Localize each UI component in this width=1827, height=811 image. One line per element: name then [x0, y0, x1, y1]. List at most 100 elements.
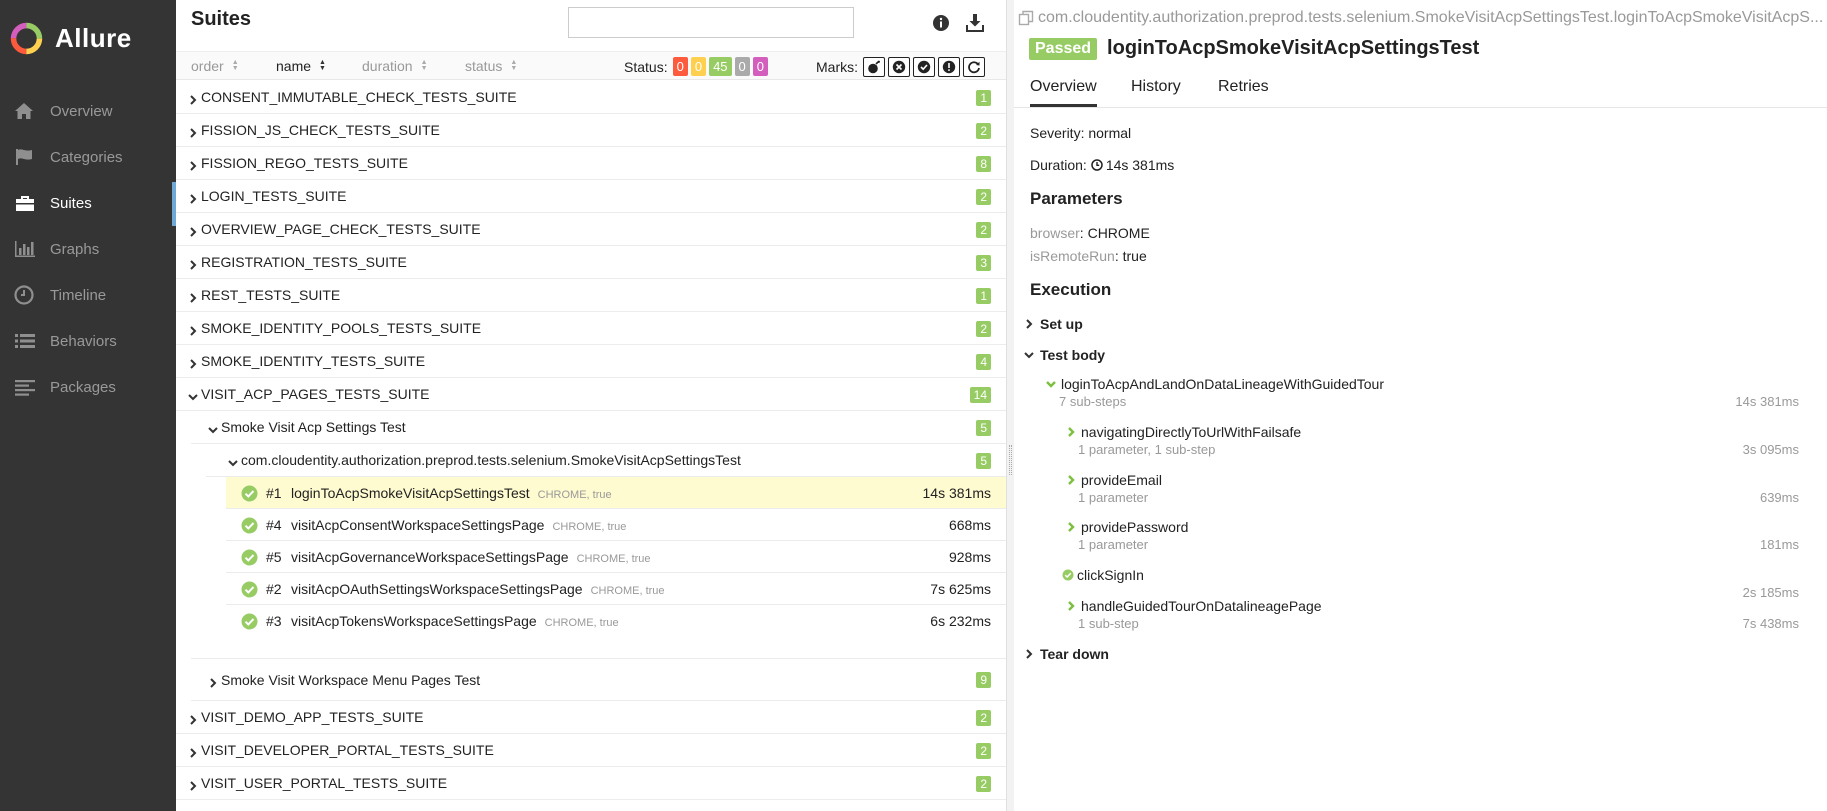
step-meta: 1 parameter, 1 sub-step — [1078, 442, 1216, 457]
suite-count-badge: 8 — [976, 156, 991, 172]
parameter-row: isRemoteRun: true — [1030, 248, 1147, 264]
sidebar-item-categories[interactable]: Categories — [0, 134, 176, 180]
splitter-grip[interactable] — [1009, 445, 1012, 475]
step-row[interactable]: provideEmail 1 parameter 639ms — [1014, 472, 1814, 516]
sort-arrows-icon: ▲ ▼ — [510, 59, 518, 72]
step-duration: 14s 381ms — [1735, 394, 1799, 409]
sidebar-item-graphs[interactable]: Graphs — [0, 226, 176, 272]
test-params: CHROME, true — [576, 552, 651, 565]
suite-name: VISIT_DEVELOPER_PORTAL_TESTS_SUITE — [201, 742, 494, 758]
info-icon[interactable] — [932, 14, 950, 32]
step-name: provideEmail — [1066, 472, 1162, 488]
suite-name: VISIT_USER_PORTAL_TESTS_SUITE — [201, 775, 448, 791]
step-row[interactable]: loginToAcpAndLandOnDataLineageWithGuided… — [1014, 376, 1814, 420]
align-left-icon — [14, 377, 38, 397]
test-name: visitAcpOAuthSettingsWorkspaceSettingsPa… — [291, 581, 665, 597]
sub-suite-row[interactable]: Smoke Visit Workspace Menu Pages Test 9 — [191, 659, 1006, 701]
suite-name: SMOKE_IDENTITY_POOLS_TESTS_SUITE — [201, 320, 482, 336]
pane-splitter[interactable] — [1006, 0, 1014, 811]
tab-overview[interactable]: Overview — [1030, 78, 1097, 107]
sort-order[interactable]: order ▲ ▼ — [191, 58, 239, 74]
sidebar-item-packages[interactable]: Packages — [0, 364, 176, 410]
search-input[interactable] — [568, 7, 854, 38]
stage-label: Test body — [1040, 347, 1106, 363]
step-row[interactable]: navigatingDirectlyToUrlWithFailsafe 1 pa… — [1014, 424, 1814, 468]
parameter-value: CHROME — [1087, 225, 1150, 241]
chevron-down-icon — [228, 455, 238, 467]
status-count-badge[interactable]: 0 — [672, 57, 688, 76]
test-title: loginToAcpSmokeVisitAcpSettingsTest — [1107, 37, 1480, 59]
step-row[interactable]: handleGuidedTourOnDatalineagePage 1 sub-… — [1014, 598, 1814, 642]
suite-row[interactable]: REGISTRATION_TESTS_SUITE 3 — [176, 246, 1006, 279]
suite-row[interactable]: LOGIN_TESTS_SUITE 2 — [176, 180, 1006, 213]
step-row[interactable]: providePassword 1 parameter 181ms — [1014, 519, 1814, 563]
suite-row[interactable]: SMOKE_IDENTITY_POOLS_TESTS_SUITE 2 — [176, 312, 1006, 345]
test-case-row[interactable]: #3 visitAcpTokensWorkspaceSettingsPage CH… — [226, 605, 1006, 637]
clock-icon — [14, 285, 38, 305]
stage-tear-down[interactable]: Tear down — [1024, 646, 1109, 662]
download-icon[interactable] — [964, 12, 986, 34]
stage-setup[interactable]: Set up — [1024, 316, 1083, 332]
tab-history[interactable]: History — [1131, 78, 1181, 104]
sidebar-nav: Overview Categories Suites Graphs Timeli… — [0, 88, 176, 410]
suite-row[interactable]: VISIT_DEVELOPER_PORTAL_TESTS_SUITE 2 — [176, 734, 1006, 767]
sort-status[interactable]: status ▲ ▼ — [465, 58, 517, 74]
test-case-row[interactable]: #5 visitAcpGovernanceWorkspaceSettingsPa… — [226, 541, 1006, 573]
copy-icon[interactable] — [1018, 10, 1034, 26]
sidebar-item-suites[interactable]: Suites — [0, 180, 176, 226]
brand[interactable]: Allure — [8, 18, 132, 58]
suite-row[interactable]: REST_TESTS_SUITE 1 — [176, 279, 1006, 312]
mark-new-failed-button[interactable] — [888, 57, 910, 77]
chevron-right-icon — [188, 191, 198, 204]
stage-test-body[interactable]: Test body — [1024, 347, 1105, 363]
status-count-badge[interactable]: 0 — [690, 57, 707, 76]
sidebar-item-behaviors[interactable]: Behaviors — [0, 318, 176, 364]
test-case-row[interactable]: #1 loginToAcpSmokeVisitAcpSettingsTest CH… — [226, 477, 1006, 509]
test-case-row[interactable]: #2 visitAcpOAuthSettingsWorkspaceSetting… — [226, 573, 1006, 605]
step-duration: 3s 095ms — [1742, 442, 1799, 457]
mark-retries-button[interactable] — [963, 57, 985, 77]
status-count-badge[interactable]: 0 — [734, 57, 750, 76]
suite-row[interactable]: FISSION_JS_CHECK_TESTS_SUITE 2 — [176, 114, 1006, 147]
suite-count-badge: 2 — [976, 776, 991, 792]
parameter-value: true — [1122, 248, 1147, 264]
suite-row[interactable]: OVERVIEW_PAGE_CHECK_TESTS_SUITE 2 — [176, 213, 1006, 246]
chevron-right-icon — [188, 323, 198, 336]
suite-row[interactable]: VISIT_DEMO_APP_TESTS_SUITE 2 — [176, 701, 1006, 734]
sub-suite-row[interactable]: Smoke Visit Acp Settings Test 5 — [191, 411, 1006, 444]
sort-duration[interactable]: duration ▲ ▼ — [362, 58, 428, 74]
suite-row[interactable]: SMOKE_IDENTITY_TESTS_SUITE 4 — [176, 345, 1006, 378]
suite-name: REST_TESTS_SUITE — [201, 287, 341, 303]
suite-count-badge: 2 — [976, 321, 991, 337]
suite-name: FISSION_REGO_TESTS_SUITE — [201, 155, 408, 171]
chevron-right-icon — [188, 257, 198, 270]
suite-name: LOGIN_TESTS_SUITE — [201, 188, 347, 204]
suite-row[interactable]: VISIT_USER_PORTAL_TESTS_SUITE 2 — [176, 767, 1006, 800]
mark-flaky-button[interactable] — [863, 57, 885, 77]
suite-row[interactable]: FISSION_REGO_TESTS_SUITE 8 — [176, 147, 1006, 180]
suite-name: FISSION_JS_CHECK_TESTS_SUITE — [201, 122, 440, 138]
sub-suite-name: Smoke Visit Acp Settings Test — [221, 419, 406, 435]
class-row[interactable]: com.cloudentity.authorization.preprod.te… — [206, 444, 1006, 477]
sidebar-item-overview[interactable]: Overview — [0, 88, 176, 134]
suite-name: REGISTRATION_TESTS_SUITE — [201, 254, 407, 270]
test-title-row: Passed loginToAcpSmokeVisitAcpSettingsTe… — [1029, 37, 1479, 60]
suite-row-expanded[interactable]: VISIT_ACP_PAGES_TESTS_SUITE 14 — [176, 378, 1006, 411]
suite-row[interactable]: CONSENT_IMMUTABLE_CHECK_TESTS_SUITE 1 — [176, 81, 1006, 114]
sidebar-item-timeline[interactable]: Timeline — [0, 272, 176, 318]
sort-name[interactable]: name ▲ ▼ — [276, 58, 326, 74]
chevron-right-icon — [188, 224, 198, 237]
mark-new-broken-button[interactable] — [938, 57, 960, 77]
test-name-text: visitAcpGovernanceWorkspaceSettingsPage — [291, 548, 569, 565]
chevron-right-icon — [188, 290, 198, 303]
duration-value: 14s 381ms — [1105, 157, 1175, 173]
mark-new-passed-button[interactable] — [913, 57, 935, 77]
sort-arrows-icon: ▲ ▼ — [420, 59, 428, 72]
chevron-right-icon — [208, 675, 218, 688]
test-case-row[interactable]: #4 visitAcpConsentWorkspaceSettingsPage C… — [226, 509, 1006, 541]
status-count-badge[interactable]: 0 — [752, 57, 768, 76]
status-count-badge[interactable]: 45 — [709, 57, 732, 76]
chevron-right-icon — [1068, 427, 1075, 437]
duration-line: Duration: 14s 381ms — [1030, 157, 1174, 173]
tab-retries[interactable]: Retries — [1218, 78, 1269, 104]
